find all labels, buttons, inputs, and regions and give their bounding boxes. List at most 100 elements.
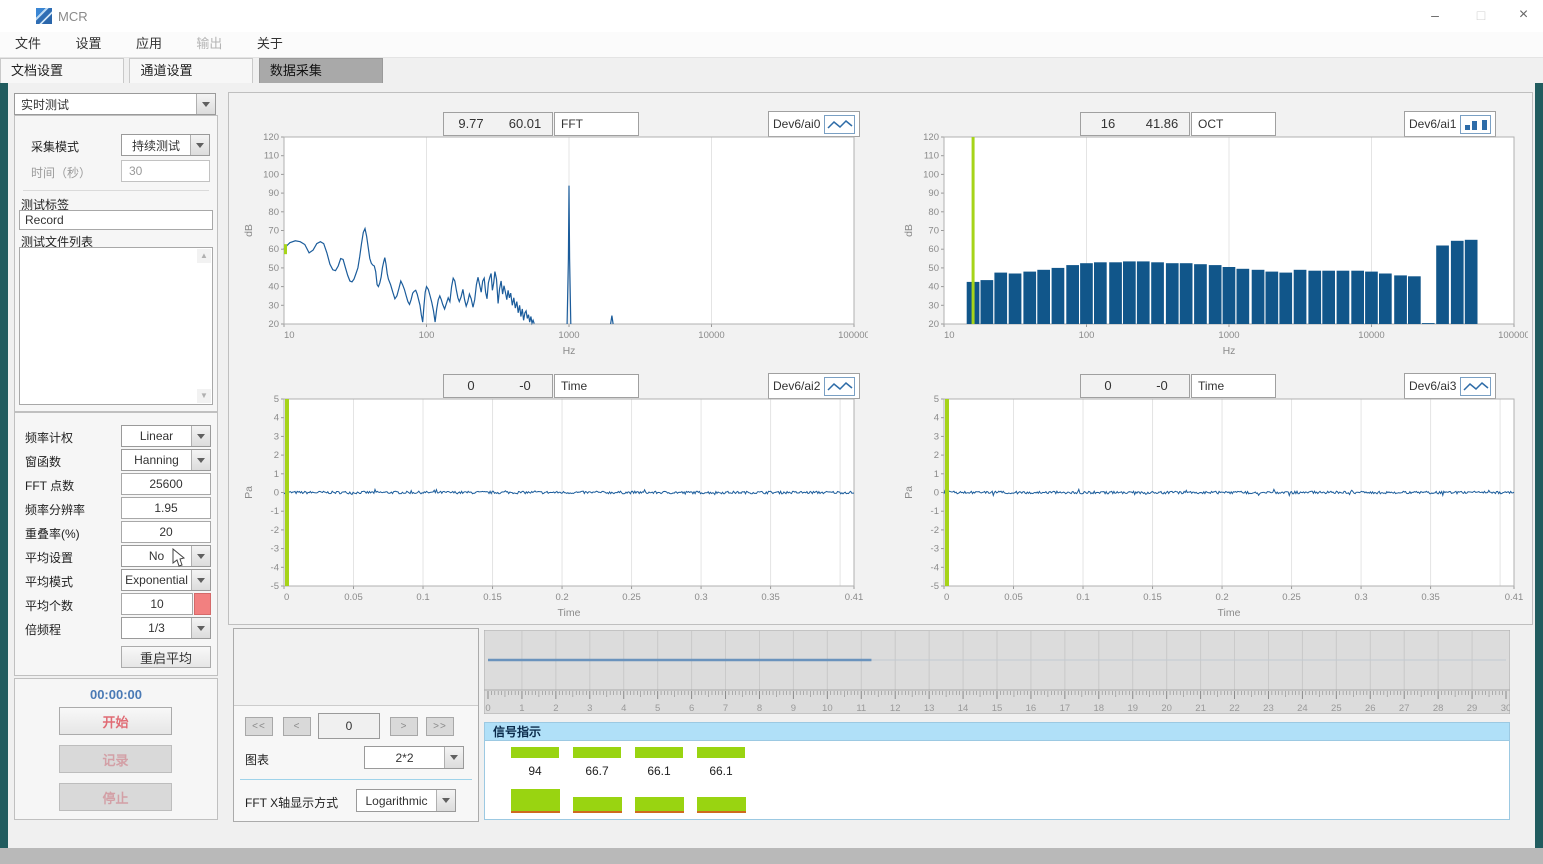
svg-text:17: 17 (1060, 703, 1071, 714)
svg-text:13: 13 (924, 703, 935, 714)
run-control-group: 00:00:00 开始 记录 停止 (14, 678, 218, 820)
menu-settings[interactable]: 设置 (60, 32, 116, 56)
chart-layout-label: 图表 (245, 751, 269, 768)
tab-document-settings[interactable]: 文档设置 (0, 58, 124, 83)
nav-first-button[interactable]: << (245, 717, 273, 736)
svg-text:10000: 10000 (1358, 330, 1384, 341)
test-mode-select[interactable]: 实时测试 (14, 93, 216, 115)
restart-average-button[interactable]: 重启平均 (121, 646, 211, 668)
empty-preview-box (234, 629, 478, 706)
chevron-down-icon[interactable] (191, 618, 210, 638)
timeline-ruler[interactable]: 0123456789101112131415161718192021222324… (484, 630, 1510, 714)
svg-text:90: 90 (268, 188, 279, 199)
test-tag-input[interactable]: Record (19, 210, 213, 230)
chevron-down-icon[interactable] (444, 747, 463, 768)
svg-text:-3: -3 (931, 544, 939, 555)
svg-text:120: 120 (263, 132, 279, 143)
signal-bar (697, 747, 745, 758)
svg-text:70: 70 (928, 226, 939, 237)
svg-text:28: 28 (1433, 703, 1444, 714)
fft-points-input[interactable]: 25600 (121, 473, 211, 495)
avg-mode-select[interactable]: Exponential (121, 569, 211, 591)
menu-file[interactable]: 文件 (0, 32, 56, 56)
close-button[interactable]: × (1504, 0, 1543, 32)
svg-text:60: 60 (268, 244, 279, 255)
chevron-down-icon[interactable] (191, 426, 210, 446)
svg-text:7: 7 (723, 703, 728, 714)
avg-count-input[interactable]: 10 (121, 593, 193, 615)
svg-text:0.41: 0.41 (845, 592, 864, 603)
freq-resolution-input[interactable]: 1.95 (121, 497, 211, 519)
fft-chart[interactable]: 2030405060708090100110120101001000100001… (238, 132, 868, 365)
nav-next-button[interactable]: > (390, 717, 418, 736)
svg-text:11: 11 (856, 703, 866, 714)
svg-text:Hz: Hz (563, 345, 576, 357)
maximize-button[interactable]: □ (1458, 0, 1504, 32)
oct-chart[interactable]: 2030405060708090100110120101001000100001… (898, 132, 1528, 365)
tab-data-acquisition[interactable]: 数据采集 (259, 58, 383, 83)
overlap-input[interactable]: 20 (121, 521, 211, 543)
signal-bar (573, 747, 621, 758)
svg-text:4: 4 (274, 413, 279, 424)
svg-text:0: 0 (944, 592, 949, 603)
start-button[interactable]: 开始 (59, 707, 172, 735)
time1-chart[interactable]: -5-4-3-2-101234500.050.10.150.20.250.30.… (238, 394, 868, 627)
scroll-down-icon[interactable]: ▼ (197, 389, 211, 403)
nav-position-value[interactable]: 0 (318, 713, 380, 739)
avg-count-status-indicator (194, 593, 211, 615)
svg-text:25: 25 (1331, 703, 1342, 714)
svg-text:120: 120 (923, 132, 939, 143)
title-bar: MCR – □ × (0, 0, 1543, 33)
svg-text:-5: -5 (931, 581, 939, 592)
acq-mode-select[interactable]: 持续测试 (121, 134, 210, 156)
chevron-down-icon[interactable] (191, 450, 210, 470)
svg-text:2: 2 (274, 450, 279, 461)
octave-select[interactable]: 1/3 (121, 617, 211, 639)
svg-text:100: 100 (1079, 330, 1095, 341)
chevron-down-icon[interactable] (196, 94, 215, 114)
svg-text:-1: -1 (931, 506, 939, 517)
fft-xaxis-select[interactable]: Logarithmic (356, 789, 456, 812)
svg-text:10000: 10000 (698, 330, 724, 341)
elapsed-timer: 00:00:00 (15, 687, 217, 702)
avg-mode-label: 平均模式 (25, 573, 73, 590)
svg-text:100000: 100000 (1498, 330, 1528, 341)
line-chart-icon (824, 377, 855, 396)
svg-text:80: 80 (268, 207, 279, 218)
time2-chart[interactable]: -5-4-3-2-101234500.050.10.150.20.250.30.… (898, 394, 1528, 627)
svg-text:5: 5 (655, 703, 660, 714)
minimize-button[interactable]: – (1412, 0, 1458, 32)
nav-prev-button[interactable]: < (283, 717, 311, 736)
menu-apply[interactable]: 应用 (121, 32, 177, 56)
menu-about[interactable]: 关于 (242, 32, 298, 56)
scroll-up-icon[interactable]: ▲ (197, 249, 211, 263)
freq-weighting-select[interactable]: Linear (121, 425, 211, 447)
svg-text:20: 20 (928, 319, 939, 330)
chart-layout-select[interactable]: 2*2 (364, 746, 464, 769)
svg-text:Pa: Pa (903, 486, 915, 499)
avg-setting-select[interactable]: No (121, 545, 211, 567)
signal-indication-header: 信号指示 (484, 722, 1510, 740)
svg-text:0: 0 (274, 488, 279, 499)
window-func-label: 窗函数 (25, 453, 61, 470)
svg-text:1: 1 (274, 469, 279, 480)
stop-button[interactable]: 停止 (59, 783, 172, 811)
record-button[interactable]: 记录 (59, 745, 172, 773)
svg-text:Pa: Pa (243, 486, 255, 499)
svg-text:1000: 1000 (558, 330, 579, 341)
time-seconds-input: 30 (121, 160, 210, 182)
svg-text:26: 26 (1365, 703, 1376, 714)
chevron-down-icon[interactable] (436, 790, 455, 811)
svg-text:4: 4 (934, 413, 939, 424)
signal-bar (635, 747, 683, 758)
tab-channel-settings[interactable]: 通道设置 (129, 58, 253, 83)
chevron-down-icon[interactable] (191, 546, 210, 566)
nav-last-button[interactable]: >> (426, 717, 454, 736)
signal-level-meter (573, 797, 622, 813)
chevron-down-icon[interactable] (191, 570, 210, 590)
svg-text:0.1: 0.1 (416, 592, 429, 603)
window-func-select[interactable]: Hanning (121, 449, 211, 471)
chevron-down-icon[interactable] (190, 135, 209, 155)
svg-text:Hz: Hz (1223, 345, 1236, 357)
test-file-list[interactable]: ▲ ▼ (19, 247, 213, 405)
